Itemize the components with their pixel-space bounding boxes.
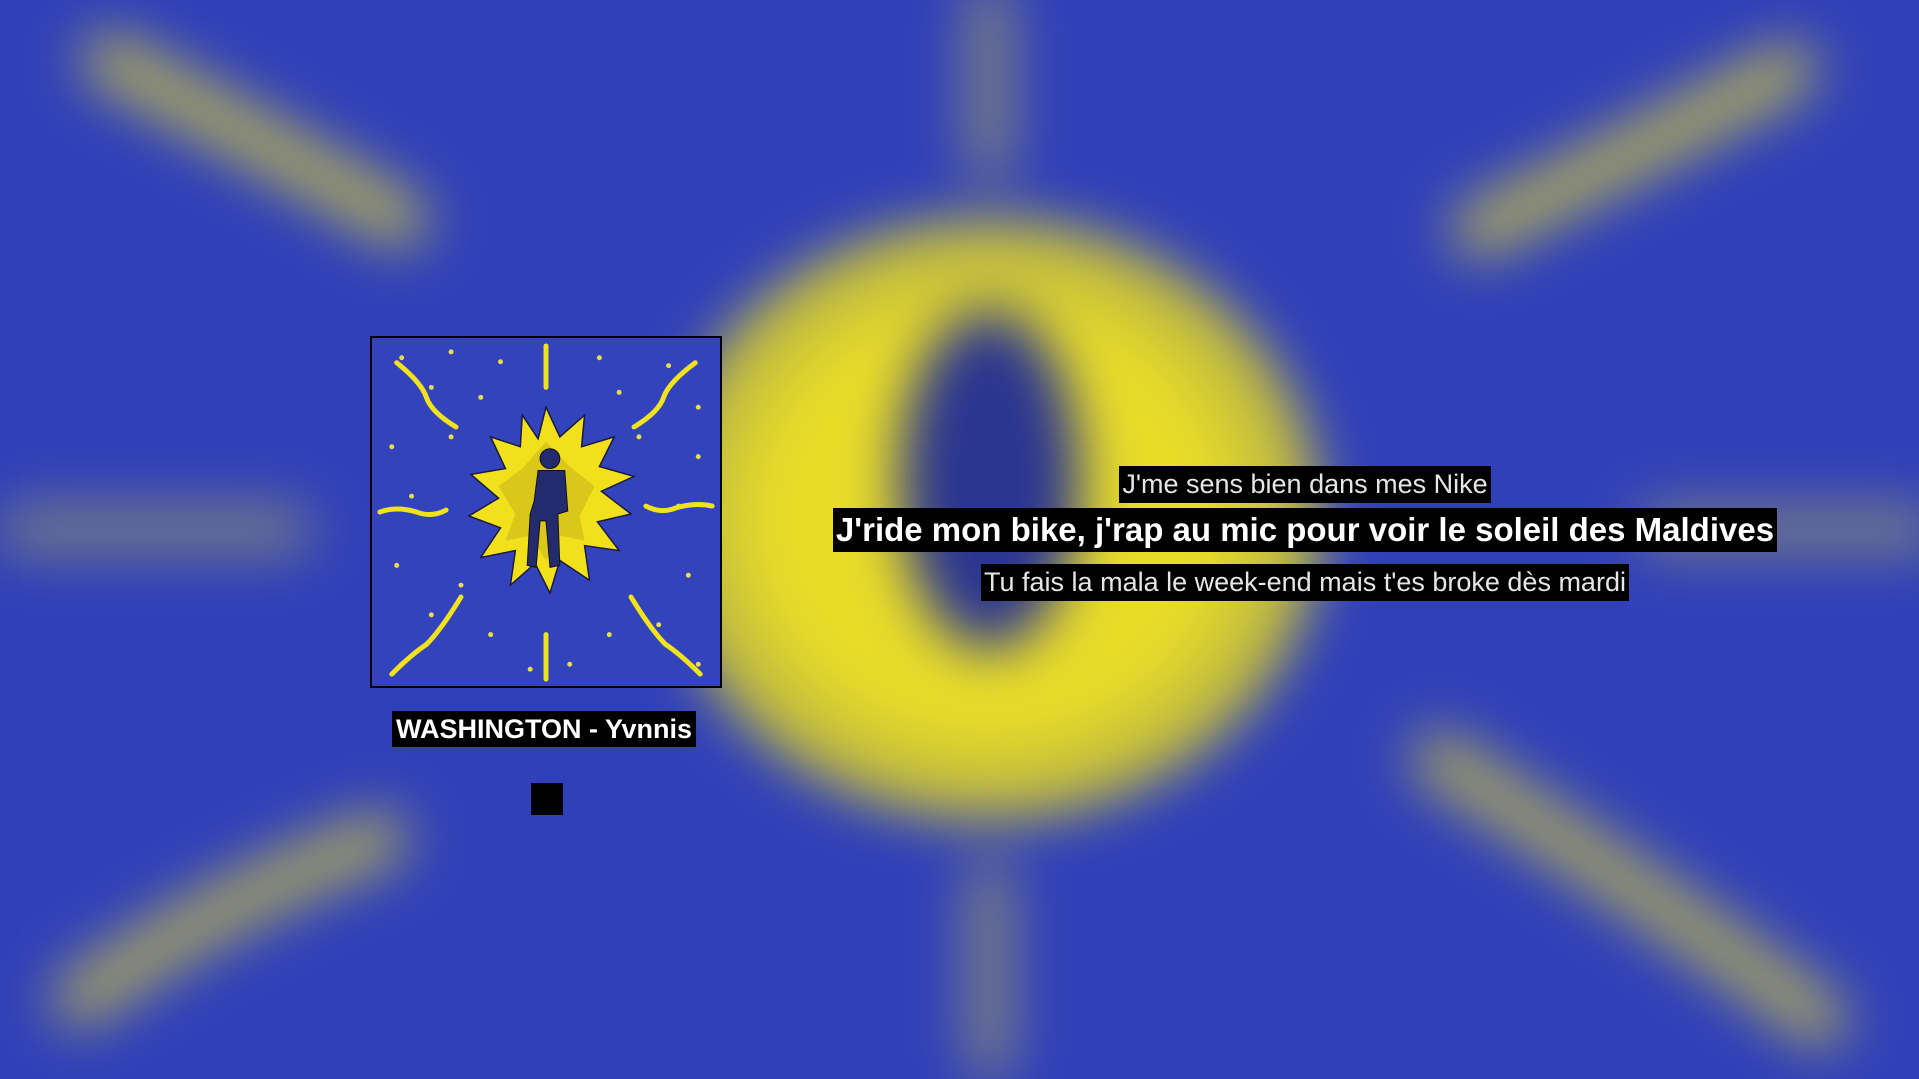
sun-artwork-image bbox=[372, 338, 720, 686]
lyric-row-next: Tu fais la mala le week-end mais t'es br… bbox=[800, 564, 1810, 604]
player-screen: WASHINGTON - Yvnnis J'me sens bien dans … bbox=[0, 0, 1919, 1079]
album-cover bbox=[370, 336, 722, 688]
lyric-previous-line: J'me sens bien dans mes Nike bbox=[1119, 466, 1491, 503]
stop-icon[interactable] bbox=[531, 783, 563, 815]
lyric-row-current: J'ride mon bike, j'rap au mic pour voir … bbox=[800, 508, 1810, 564]
track-title-label: WASHINGTON - Yvnnis bbox=[392, 711, 697, 747]
lyric-row-previous: J'me sens bien dans mes Nike bbox=[800, 466, 1810, 508]
lyrics-panel: J'me sens bien dans mes Nike J'ride mon … bbox=[800, 466, 1810, 604]
lyric-current-line: J'ride mon bike, j'rap au mic pour voir … bbox=[832, 508, 1778, 552]
lyric-next-line: Tu fais la mala le week-end mais t'es br… bbox=[981, 564, 1629, 601]
